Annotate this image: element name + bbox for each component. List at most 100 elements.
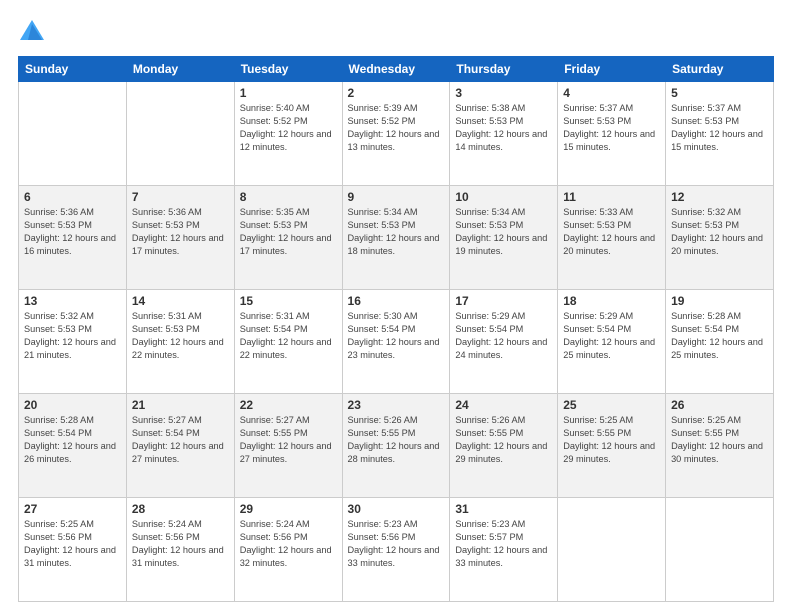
day-info: Sunrise: 5:29 AM Sunset: 5:54 PM Dayligh… xyxy=(455,310,552,362)
day-number: 16 xyxy=(348,294,445,308)
weekday-header-saturday: Saturday xyxy=(666,57,774,82)
day-number: 2 xyxy=(348,86,445,100)
calendar-cell: 31Sunrise: 5:23 AM Sunset: 5:57 PM Dayli… xyxy=(450,498,558,602)
day-info: Sunrise: 5:27 AM Sunset: 5:54 PM Dayligh… xyxy=(132,414,229,466)
day-number: 5 xyxy=(671,86,768,100)
day-number: 3 xyxy=(455,86,552,100)
week-row-1: 1 Sunrise: 5:40 AM Sunset: 5:52 PM Daylig… xyxy=(19,82,774,186)
day-number: 28 xyxy=(132,502,229,516)
day-number: 8 xyxy=(240,190,337,204)
calendar-cell: 19 Sunrise: 5:28 AM Sunset: 5:54 PM Dayli… xyxy=(666,290,774,394)
week-row-5: 27 Sunrise: 5:25 AM Sunset: 5:56 PM Dayli… xyxy=(19,498,774,602)
calendar-cell: 15Sunrise: 5:31 AM Sunset: 5:54 PM Dayli… xyxy=(234,290,342,394)
calendar-cell: 9 Sunrise: 5:34 AM Sunset: 5:53 PM Daylig… xyxy=(342,186,450,290)
weekday-header-friday: Friday xyxy=(558,57,666,82)
week-row-4: 20 Sunrise: 5:28 AM Sunset: 5:54 PM Dayli… xyxy=(19,394,774,498)
week-row-3: 13 Sunrise: 5:32 AM Sunset: 5:53 PM Dayli… xyxy=(19,290,774,394)
calendar-table: SundayMondayTuesdayWednesdayThursdayFrid… xyxy=(18,56,774,602)
day-info: Sunrise: 5:28 AM Sunset: 5:54 PM Dayligh… xyxy=(24,414,121,466)
day-info: Sunrise: 5:26 AM Sunset: 5:55 PM Dayligh… xyxy=(348,414,445,466)
calendar-cell: 28 Sunrise: 5:24 AM Sunset: 5:56 PM Dayli… xyxy=(126,498,234,602)
calendar-cell: 14 Sunrise: 5:31 AM Sunset: 5:53 PM Dayli… xyxy=(126,290,234,394)
calendar-cell: 10Sunrise: 5:34 AM Sunset: 5:53 PM Dayli… xyxy=(450,186,558,290)
day-info: Sunrise: 5:36 AM Sunset: 5:53 PM Dayligh… xyxy=(132,206,229,258)
calendar-cell: 30Sunrise: 5:23 AM Sunset: 5:56 PM Dayli… xyxy=(342,498,450,602)
day-info: Sunrise: 5:24 AM Sunset: 5:56 PM Dayligh… xyxy=(132,518,229,570)
day-number: 27 xyxy=(24,502,121,516)
day-info: Sunrise: 5:33 AM Sunset: 5:53 PM Dayligh… xyxy=(563,206,660,258)
day-info: Sunrise: 5:31 AM Sunset: 5:54 PM Dayligh… xyxy=(240,310,337,362)
day-info: Sunrise: 5:25 AM Sunset: 5:55 PM Dayligh… xyxy=(563,414,660,466)
weekday-header-monday: Monday xyxy=(126,57,234,82)
day-info: Sunrise: 5:37 AM Sunset: 5:53 PM Dayligh… xyxy=(563,102,660,154)
day-info: Sunrise: 5:23 AM Sunset: 5:57 PM Dayligh… xyxy=(455,518,552,570)
calendar-cell: 13 Sunrise: 5:32 AM Sunset: 5:53 PM Dayli… xyxy=(19,290,127,394)
calendar-cell: 22Sunrise: 5:27 AM Sunset: 5:55 PM Dayli… xyxy=(234,394,342,498)
day-number: 23 xyxy=(348,398,445,412)
weekday-header-wednesday: Wednesday xyxy=(342,57,450,82)
day-number: 21 xyxy=(132,398,229,412)
calendar-cell xyxy=(126,82,234,186)
day-info: Sunrise: 5:28 AM Sunset: 5:54 PM Dayligh… xyxy=(671,310,768,362)
calendar-cell: 29 Sunrise: 5:24 AM Sunset: 5:56 PM Dayli… xyxy=(234,498,342,602)
calendar-cell: 26Sunrise: 5:25 AM Sunset: 5:55 PM Dayli… xyxy=(666,394,774,498)
day-info: Sunrise: 5:36 AM Sunset: 5:53 PM Dayligh… xyxy=(24,206,121,258)
day-info: Sunrise: 5:30 AM Sunset: 5:54 PM Dayligh… xyxy=(348,310,445,362)
day-number: 12 xyxy=(671,190,768,204)
day-number: 22 xyxy=(240,398,337,412)
day-info: Sunrise: 5:29 AM Sunset: 5:54 PM Dayligh… xyxy=(563,310,660,362)
day-info: Sunrise: 5:39 AM Sunset: 5:52 PM Dayligh… xyxy=(348,102,445,154)
calendar-cell xyxy=(19,82,127,186)
week-row-2: 6 Sunrise: 5:36 AM Sunset: 5:53 PM Daylig… xyxy=(19,186,774,290)
calendar-cell: 6 Sunrise: 5:36 AM Sunset: 5:53 PM Daylig… xyxy=(19,186,127,290)
calendar-cell: 18 Sunrise: 5:29 AM Sunset: 5:54 PM Dayli… xyxy=(558,290,666,394)
weekday-header-thursday: Thursday xyxy=(450,57,558,82)
day-number: 24 xyxy=(455,398,552,412)
day-number: 29 xyxy=(240,502,337,516)
calendar-cell: 11 Sunrise: 5:33 AM Sunset: 5:53 PM Dayli… xyxy=(558,186,666,290)
calendar-cell: 12 Sunrise: 5:32 AM Sunset: 5:53 PM Dayli… xyxy=(666,186,774,290)
calendar-cell: 23 Sunrise: 5:26 AM Sunset: 5:55 PM Dayli… xyxy=(342,394,450,498)
day-info: Sunrise: 5:31 AM Sunset: 5:53 PM Dayligh… xyxy=(132,310,229,362)
calendar-cell: 25 Sunrise: 5:25 AM Sunset: 5:55 PM Dayli… xyxy=(558,394,666,498)
day-info: Sunrise: 5:38 AM Sunset: 5:53 PM Dayligh… xyxy=(455,102,552,154)
calendar-cell: 21 Sunrise: 5:27 AM Sunset: 5:54 PM Dayli… xyxy=(126,394,234,498)
header xyxy=(18,18,774,46)
day-number: 26 xyxy=(671,398,768,412)
day-info: Sunrise: 5:32 AM Sunset: 5:53 PM Dayligh… xyxy=(24,310,121,362)
day-number: 1 xyxy=(240,86,337,100)
day-number: 19 xyxy=(671,294,768,308)
day-number: 10 xyxy=(455,190,552,204)
calendar-cell xyxy=(666,498,774,602)
day-number: 25 xyxy=(563,398,660,412)
day-number: 18 xyxy=(563,294,660,308)
day-number: 17 xyxy=(455,294,552,308)
calendar-cell: 20 Sunrise: 5:28 AM Sunset: 5:54 PM Dayli… xyxy=(19,394,127,498)
day-info: Sunrise: 5:25 AM Sunset: 5:56 PM Dayligh… xyxy=(24,518,121,570)
day-info: Sunrise: 5:32 AM Sunset: 5:53 PM Dayligh… xyxy=(671,206,768,258)
logo xyxy=(18,18,50,46)
calendar-cell: 4Sunrise: 5:37 AM Sunset: 5:53 PM Daylig… xyxy=(558,82,666,186)
calendar-cell: 7Sunrise: 5:36 AM Sunset: 5:53 PM Daylig… xyxy=(126,186,234,290)
calendar-cell: 2 Sunrise: 5:39 AM Sunset: 5:52 PM Daylig… xyxy=(342,82,450,186)
weekday-header-sunday: Sunday xyxy=(19,57,127,82)
calendar-cell: 17 Sunrise: 5:29 AM Sunset: 5:54 PM Dayli… xyxy=(450,290,558,394)
day-number: 9 xyxy=(348,190,445,204)
day-number: 13 xyxy=(24,294,121,308)
day-info: Sunrise: 5:23 AM Sunset: 5:56 PM Dayligh… xyxy=(348,518,445,570)
calendar-cell: 5Sunrise: 5:37 AM Sunset: 5:53 PM Daylig… xyxy=(666,82,774,186)
day-number: 14 xyxy=(132,294,229,308)
day-info: Sunrise: 5:26 AM Sunset: 5:55 PM Dayligh… xyxy=(455,414,552,466)
day-info: Sunrise: 5:40 AM Sunset: 5:52 PM Dayligh… xyxy=(240,102,337,154)
calendar-cell: 1 Sunrise: 5:40 AM Sunset: 5:52 PM Daylig… xyxy=(234,82,342,186)
day-info: Sunrise: 5:24 AM Sunset: 5:56 PM Dayligh… xyxy=(240,518,337,570)
day-number: 11 xyxy=(563,190,660,204)
calendar-cell: 8 Sunrise: 5:35 AM Sunset: 5:53 PM Daylig… xyxy=(234,186,342,290)
day-info: Sunrise: 5:35 AM Sunset: 5:53 PM Dayligh… xyxy=(240,206,337,258)
day-number: 6 xyxy=(24,190,121,204)
day-number: 20 xyxy=(24,398,121,412)
page: SundayMondayTuesdayWednesdayThursdayFrid… xyxy=(0,0,792,612)
calendar-cell: 3 Sunrise: 5:38 AM Sunset: 5:53 PM Daylig… xyxy=(450,82,558,186)
day-info: Sunrise: 5:34 AM Sunset: 5:53 PM Dayligh… xyxy=(348,206,445,258)
calendar-cell: 27 Sunrise: 5:25 AM Sunset: 5:56 PM Dayli… xyxy=(19,498,127,602)
